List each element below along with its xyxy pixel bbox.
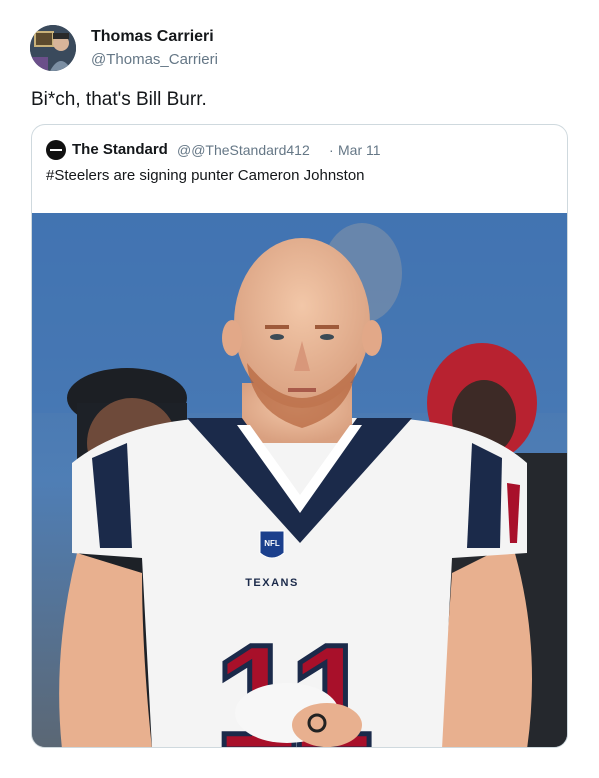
avatar-image (30, 25, 76, 71)
tweet: Thomas Carrieri @Thomas_Carrieri Bi*ch, … (0, 0, 599, 778)
tweet-text: Bi*ch, that's Bill Burr. (31, 89, 207, 110)
quoted-tweet-card[interactable]: The Standard @@TheStandard412 · Mar 11 #… (31, 124, 568, 748)
quoted-avatar-mark (50, 149, 62, 151)
author-handle[interactable]: @Thomas_Carrieri (91, 51, 218, 68)
quoted-author-avatar (46, 140, 66, 160)
author-name[interactable]: Thomas Carrieri (91, 28, 214, 46)
author-avatar[interactable] (30, 25, 76, 71)
meta-separator: · (329, 142, 334, 158)
quoted-tweet-date: Mar 11 (338, 142, 381, 158)
quoted-tweet-text: #Steelers are signing punter Cameron Joh… (46, 167, 365, 184)
nfl-shield-text: NFL (264, 539, 280, 548)
player-photo: NFL TEXANS 11 (32, 213, 567, 747)
quoted-author-handle: @@TheStandard412 (177, 142, 310, 158)
quoted-tweet-photo[interactable]: NFL TEXANS 11 (32, 213, 567, 747)
quoted-author-name: The Standard (72, 141, 168, 158)
jersey-team-text: TEXANS (245, 577, 299, 589)
